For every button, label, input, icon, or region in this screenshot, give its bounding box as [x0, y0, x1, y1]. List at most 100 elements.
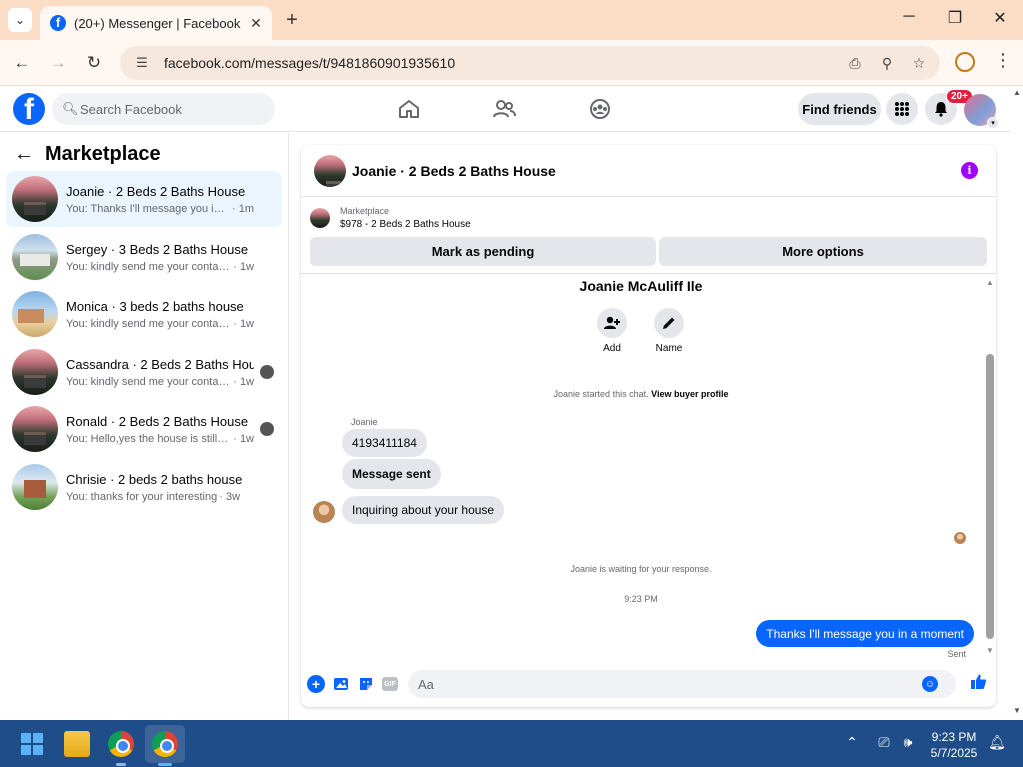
- conversation-item-cassandra[interactable]: Cassandra · 2 Beds 2 Baths House You: ki…: [6, 344, 282, 400]
- message-scrollbar[interactable]: ▲ ▼: [984, 274, 996, 664]
- scroll-thumb[interactable]: [986, 354, 994, 639]
- show-hidden-icons-chevron-icon[interactable]: ⌃: [843, 734, 861, 751]
- running-indicator: [116, 763, 126, 766]
- zoom-icon[interactable]: ⚲: [876, 55, 898, 72]
- tab-close-icon[interactable]: ✕: [248, 15, 264, 32]
- name-label: Name: [655, 343, 683, 354]
- view-buyer-profile-link[interactable]: View buyer profile: [651, 389, 728, 399]
- browser-menu-icon[interactable]: ⋮: [994, 50, 1012, 71]
- more-options-button[interactable]: More options: [659, 237, 987, 266]
- network-icon[interactable]: ⎚: [875, 734, 893, 751]
- marketplace-listing-bar[interactable]: Marketplace $978 - 2 Beds 2 Baths House: [301, 198, 996, 238]
- outgoing-message[interactable]: Thanks I'll message you in a moment: [756, 620, 974, 647]
- page-scrollbar[interactable]: ▲ ▼: [1011, 86, 1023, 720]
- back-arrow-icon[interactable]: ←: [14, 143, 36, 166]
- incoming-message[interactable]: Inquiring about your house: [342, 496, 505, 524]
- gif-icon[interactable]: GIF: [382, 677, 398, 691]
- address-bar[interactable]: ☰ facebook.com/messages/t/94818609019356…: [120, 46, 940, 80]
- conversation-name: Ronald · 2 Beds 2 Baths House: [66, 413, 249, 429]
- message-input[interactable]: [418, 676, 918, 692]
- chrome-active-icon[interactable]: [152, 731, 178, 757]
- incoming-message[interactable]: 4193411184: [342, 429, 427, 457]
- groups-nav-icon[interactable]: [585, 95, 615, 123]
- windows-start-icon[interactable]: [21, 733, 43, 755]
- install-app-icon[interactable]: ⎙: [844, 55, 866, 72]
- menu-grid-icon[interactable]: [886, 93, 918, 125]
- edit-name-action[interactable]: Name: [644, 308, 694, 354]
- notification-bell-icon[interactable]: 🔔︎: [988, 734, 1006, 751]
- seen-avatar-icon: [260, 365, 274, 379]
- window-close-icon[interactable]: ✕: [990, 8, 1010, 28]
- chrome-icon[interactable]: [108, 731, 134, 757]
- account-avatar[interactable]: ▾: [964, 94, 999, 129]
- file-explorer-icon[interactable]: [64, 731, 90, 757]
- site-settings-icon[interactable]: ☰: [132, 55, 152, 71]
- browser-profile-icon[interactable]: [955, 52, 975, 72]
- mark-as-pending-button[interactable]: Mark as pending: [310, 237, 656, 266]
- windows-taskbar: ⌃ ⎚ 🕪︎ 9:23 PM 5/7/2025 🔔︎: [0, 720, 1023, 767]
- conversation-time: · 1w: [233, 375, 254, 388]
- restore-icon[interactable]: ❐: [945, 8, 965, 28]
- conversation-preview: You: Hello,yes the house is still avai..…: [66, 432, 231, 445]
- sender-avatar[interactable]: [313, 501, 335, 523]
- sticker-icon[interactable]: [357, 675, 375, 693]
- thumbs-up-icon[interactable]: [970, 673, 987, 695]
- conversation-preview: You: kindly send me your contact nu...: [66, 260, 231, 273]
- plus-icon[interactable]: +: [307, 675, 325, 693]
- home-nav-icon[interactable]: [394, 95, 424, 123]
- scroll-down-icon[interactable]: ▼: [986, 646, 994, 655]
- chat-avatar[interactable]: [314, 154, 346, 187]
- browser-tab-strip: ⌄ f (20+) Messenger | Facebook ✕ + ─ ❐ ✕: [0, 0, 1023, 40]
- message-composer: + GIF ☺: [301, 667, 996, 701]
- back-arrow-icon[interactable]: ←: [11, 52, 33, 74]
- facebook-logo-icon[interactable]: f: [13, 93, 45, 125]
- message-input-wrap[interactable]: ☺: [408, 670, 956, 698]
- scroll-up-icon[interactable]: ▲: [1013, 88, 1021, 97]
- conversation-item-chrisie[interactable]: Chrisie · 2 beds 2 baths house You: than…: [6, 459, 282, 515]
- conversation-time: · 3w: [219, 490, 241, 503]
- volume-icon[interactable]: 🕪︎: [899, 734, 917, 751]
- conversation-item-joanie[interactable]: Joanie · 2 Beds 2 Baths House You: Thank…: [6, 171, 282, 227]
- scroll-down-icon[interactable]: ▼: [1013, 706, 1021, 715]
- conversation-time: · 1w: [233, 432, 254, 445]
- add-contact-action[interactable]: Add: [587, 308, 637, 354]
- add-person-icon[interactable]: [597, 308, 627, 338]
- conversation-item-sergey[interactable]: Sergey · 3 Beds 2 Baths House You: kindl…: [6, 229, 282, 285]
- taskbar-clock[interactable]: 9:23 PM 5/7/2025: [925, 729, 983, 761]
- conversation-name: Chrisie · 2 beds 2 baths house: [66, 471, 243, 487]
- incoming-message[interactable]: Message sent: [342, 459, 441, 489]
- friends-nav-icon[interactable]: [489, 95, 519, 123]
- contact-name: Joanie McAuliff Ile: [579, 278, 703, 294]
- sidebar-header: ← Marketplace: [14, 143, 161, 166]
- find-friends-button[interactable]: Find friends: [798, 93, 881, 125]
- chat-title[interactable]: Joanie · 2 Beds 2 Baths House: [352, 163, 556, 179]
- photo-icon[interactable]: [332, 675, 350, 693]
- reload-icon[interactable]: ↻: [83, 52, 105, 74]
- url-text[interactable]: facebook.com/messages/t/9481860901935610: [164, 55, 844, 71]
- tab-search-chevron-icon[interactable]: ⌄: [8, 8, 32, 32]
- listing-thumbnail: [12, 176, 58, 222]
- marketplace-sidebar: ← Marketplace Joanie · 2 Beds 2 Baths Ho…: [0, 133, 289, 720]
- new-tab-plus-icon[interactable]: +: [282, 9, 302, 31]
- forward-arrow-icon[interactable]: →: [47, 52, 69, 74]
- browser-tab[interactable]: f (20+) Messenger | Facebook ✕: [40, 6, 272, 40]
- conversation-item-ronald[interactable]: Ronald · 2 Beds 2 Baths House You: Hello…: [6, 401, 282, 457]
- chat-started-text: Joanie started this chat.: [553, 389, 649, 399]
- facebook-search-input[interactable]: [80, 101, 260, 117]
- facebook-favicon-icon: f: [50, 15, 66, 31]
- conversation-item-monica[interactable]: Monica · 3 beds 2 baths house You: kindl…: [6, 286, 282, 342]
- facebook-search[interactable]: 🔍︎: [52, 93, 275, 125]
- minimize-icon[interactable]: ─: [899, 8, 919, 26]
- info-icon[interactable]: i: [961, 162, 978, 179]
- conversation-name: Cassandra · 2 Beds 2 Baths House: [66, 356, 254, 372]
- bookmark-star-icon[interactable]: ☆: [908, 55, 930, 72]
- emoji-icon[interactable]: ☺: [922, 676, 938, 692]
- listing-thumbnail: [310, 208, 330, 228]
- listing-title: $978 - 2 Beds 2 Baths House: [340, 219, 471, 230]
- message-timestamp: 9:23 PM: [624, 594, 658, 604]
- facebook-header: f 🔍︎ Find friends 20+ ▾: [0, 86, 1011, 132]
- scroll-up-icon[interactable]: ▲: [986, 278, 994, 287]
- conversation-name: Monica · 3 beds 2 baths house: [66, 298, 244, 314]
- pencil-icon[interactable]: [654, 308, 684, 338]
- sidebar-title: Marketplace: [45, 143, 161, 165]
